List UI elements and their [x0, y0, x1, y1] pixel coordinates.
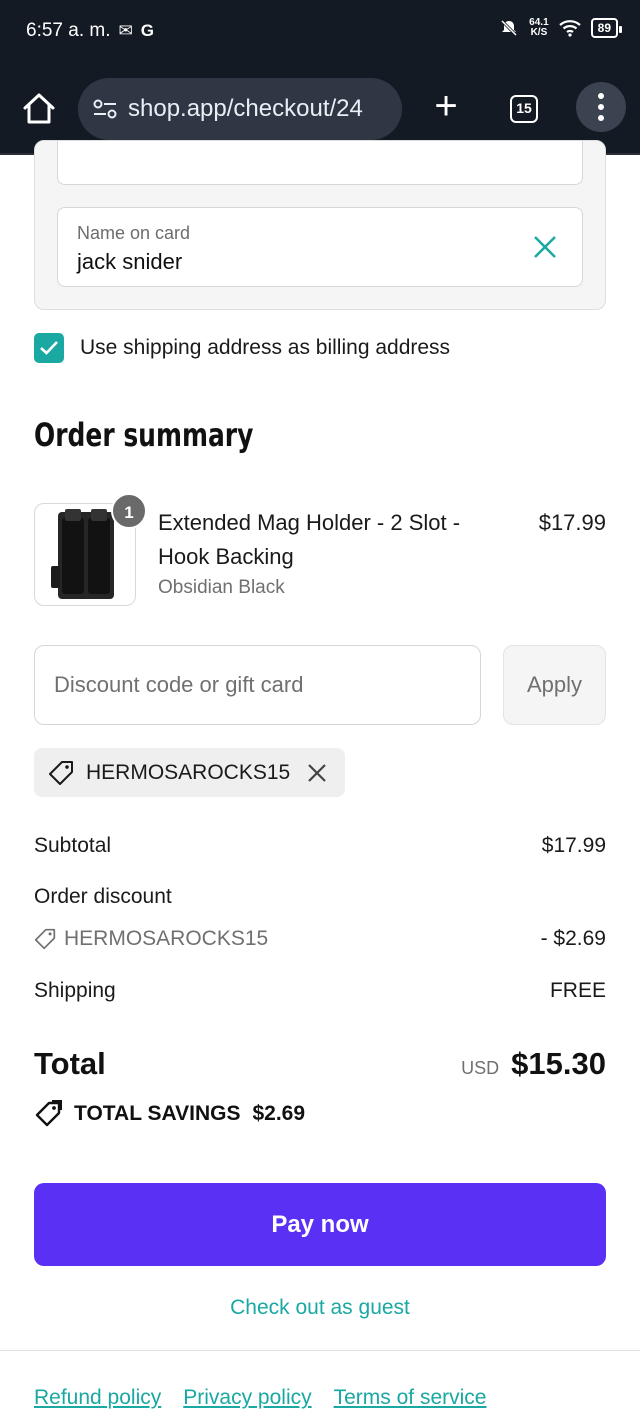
wifi-icon	[558, 20, 581, 37]
quantity-badge: 1	[111, 493, 147, 529]
card-field-partial[interactable]	[57, 141, 583, 185]
guest-checkout-link[interactable]: Check out as guest	[0, 1296, 640, 1320]
tab-switcher-button[interactable]: 15	[510, 95, 538, 123]
url-text: shop.app/checkout/24	[128, 95, 363, 122]
order-summary-title: Order summary	[34, 416, 254, 454]
status-time: 6:57 a. m.	[26, 20, 111, 41]
savings-label: TOTAL SAVINGS	[74, 1102, 241, 1125]
tag-icon	[34, 928, 56, 950]
name-on-card-field[interactable]: Name on card jack snider	[57, 207, 583, 287]
discount-code-name: HERMOSAROCKS15	[64, 927, 269, 950]
bell-off-icon	[501, 19, 518, 37]
applied-discount-chip: HERMOSAROCKS15	[34, 748, 345, 797]
site-settings-icon[interactable]	[92, 96, 118, 122]
remove-discount-icon[interactable]	[306, 762, 328, 784]
name-on-card-label: Name on card	[77, 223, 191, 243]
browser-menu-icon[interactable]	[576, 82, 626, 132]
applied-discount-code: HERMOSAROCKS15	[86, 760, 291, 784]
shipping-label: Shipping	[34, 979, 116, 1002]
name-on-card-value: jack snider	[77, 249, 183, 274]
network-speed-unit: K/S	[530, 27, 548, 38]
subtotal-row: Subtotal $17.99	[34, 834, 606, 858]
billing-checkbox-label: Use shipping address as billing address	[80, 336, 451, 359]
status-bar: 6:57 a. m. ✉ G 64.1 K/S 89	[0, 0, 640, 68]
refund-policy-link[interactable]: Refund policy	[34, 1386, 161, 1410]
network-speed: 64.1 K/S	[529, 18, 548, 38]
billing-checkbox[interactable]	[34, 333, 64, 363]
savings-amount: $2.69	[252, 1102, 306, 1125]
address-bar[interactable]: shop.app/checkout/24	[78, 78, 402, 140]
checkmark-icon	[40, 341, 58, 355]
gmail-icon: ✉	[118, 21, 133, 40]
discount-amount: - $2.69	[540, 927, 606, 950]
new-tab-icon[interactable]: +	[426, 86, 466, 130]
footer-divider	[0, 1350, 640, 1351]
status-indicators: 64.1 K/S 89	[499, 18, 623, 38]
total-label: Total	[34, 1046, 106, 1081]
privacy-policy-link[interactable]: Privacy policy	[183, 1386, 311, 1410]
discount-code-input[interactable]	[34, 645, 481, 725]
google-icon: G	[140, 21, 154, 40]
subtotal-value: $17.99	[541, 834, 606, 857]
clear-field-icon[interactable]	[532, 234, 558, 260]
subtotal-label: Subtotal	[34, 834, 112, 857]
card-details-panel: Name on card jack snider	[34, 140, 606, 310]
order-discount-label: Order discount	[34, 885, 172, 908]
status-time-group: 6:57 a. m. ✉ G	[26, 20, 154, 42]
total-savings: TOTAL SAVINGS $2.69	[34, 1100, 305, 1128]
shipping-value: FREE	[549, 979, 606, 1002]
order-discount-row: Order discount	[34, 885, 606, 909]
savings-tag-icon	[35, 1100, 62, 1127]
battery-indicator: 89	[590, 18, 623, 38]
home-icon[interactable]	[18, 88, 60, 130]
product-name: Extended Mag Holder - 2 Slot - Hook Back…	[158, 510, 461, 569]
total-amount: $15.30	[511, 1046, 606, 1081]
pay-now-button[interactable]: Pay now	[34, 1183, 606, 1266]
footer-links: Refund policy Privacy policy Terms of se…	[34, 1386, 487, 1410]
product-variant: Obsidian Black	[158, 577, 285, 598]
billing-address-option[interactable]: Use shipping address as billing address	[34, 333, 450, 363]
discount-code-row: HERMOSAROCKS15 - $2.69	[34, 927, 606, 951]
apply-discount-button[interactable]: Apply	[503, 645, 606, 725]
shipping-row: Shipping FREE	[34, 979, 606, 1003]
tag-icon	[49, 760, 73, 785]
total-currency: USD	[461, 1058, 500, 1078]
product-price: $17.99	[538, 510, 606, 535]
terms-of-service-link[interactable]: Terms of service	[334, 1386, 487, 1410]
total-value-group: USD $15.30	[461, 1046, 606, 1082]
